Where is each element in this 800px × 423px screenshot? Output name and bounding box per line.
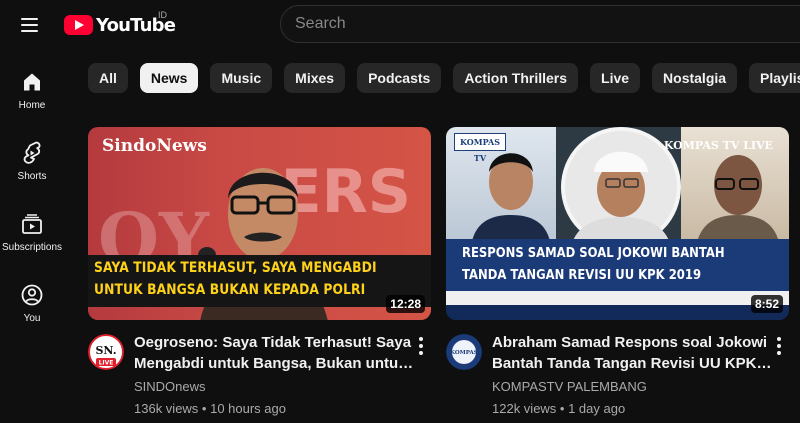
chip-playlists[interactable]: Playlists — [749, 63, 800, 93]
kompas-logo: KOMPAS TV — [454, 133, 506, 163]
video-title[interactable]: Oegroseno: Saya Tidak Terhasut! Saya Men… — [134, 332, 414, 374]
sidebar-item-label: Shorts — [17, 171, 47, 182]
channel-avatar[interactable]: SN. LIVE — [88, 334, 124, 370]
sidebar: Home Shorts Subscriptions You — [0, 56, 64, 340]
live-badge: LIVE — [99, 360, 114, 367]
thumbnail-caption-line: SAYA TIDAK TERHASUT, SAYA MENGABDI — [94, 260, 377, 276]
sidebar-item-home[interactable]: Home — [0, 56, 64, 127]
sidebar-item-you[interactable]: You — [0, 269, 64, 340]
chip-music[interactable]: Music — [210, 63, 273, 93]
sidebar-item-subscriptions[interactable]: Subscriptions — [0, 198, 64, 269]
upload-age: 1 day ago — [568, 401, 626, 416]
thumbnail-ticker — [446, 291, 789, 305]
thumbnail-caption: RESPONS SAMAD SOAL JOKOWI BANTAH TANDA T… — [446, 239, 789, 291]
youtube-play-icon — [64, 15, 93, 35]
upload-age: 10 hours ago — [210, 401, 286, 416]
sidebar-item-label: You — [23, 313, 41, 324]
video-meta: SN. LIVE Oegroseno: Saya Tidak Terhasut!… — [88, 332, 431, 422]
view-count: 122k views — [492, 401, 557, 416]
subscriptions-icon — [22, 214, 42, 234]
video-title[interactable]: Abraham Samad Respons soal Jokowi Bantah… — [492, 332, 772, 374]
top-bar: YouTube ID — [0, 0, 800, 50]
video-duration: 8:52 — [750, 295, 783, 313]
channel-avatar-text: SN. — [95, 344, 116, 357]
more-options-icon[interactable] — [411, 334, 431, 358]
search-input[interactable] — [295, 6, 775, 42]
video-stats: 136k views • 10 hours ago — [134, 401, 286, 416]
chip-news[interactable]: News — [139, 63, 199, 93]
sidebar-item-label: Subscriptions — [1, 242, 63, 253]
chip-nostalgia[interactable]: Nostalgia — [652, 63, 738, 93]
thumbnail-caption-line: RESPONS SAMAD SOAL JOKOWI BANTAH — [462, 245, 725, 261]
chip-live[interactable]: Live — [590, 63, 641, 93]
video-card: OY ERS SindoNews SAYA TIDAK TERHASUT, SA… — [88, 127, 431, 422]
chip-all[interactable]: All — [88, 63, 128, 93]
video-stats: 122k views • 1 day ago — [492, 401, 626, 416]
more-options-icon[interactable] — [769, 334, 789, 358]
thumbnail-caption: SAYA TIDAK TERHASUT, SAYA MENGABDI UNTUK… — [88, 255, 431, 307]
sidebar-item-label: Home — [18, 100, 46, 111]
channel-avatar-text: KOMPAS — [450, 350, 478, 356]
video-duration: 12:28 — [386, 295, 425, 313]
video-thumbnail[interactable]: KOMPAS TV KOMPAS TV LIVE RESPONS SAMAD S… — [446, 127, 789, 320]
shorts-icon — [23, 141, 41, 164]
chip-podcasts[interactable]: Podcasts — [357, 63, 442, 93]
view-count: 136k views — [134, 401, 199, 416]
thumbnail-caption-line: UNTUK BANGSA BUKAN KEPADA POLRI — [94, 282, 366, 298]
country-code: ID — [158, 10, 167, 20]
thumbnail-caption-line: TANDA TANGAN REVISI UU KPK 2019 — [462, 267, 702, 283]
menu-icon[interactable] — [16, 12, 44, 38]
video-card: KOMPAS TV KOMPAS TV LIVE RESPONS SAMAD S… — [446, 127, 789, 422]
video-thumbnail[interactable]: OY ERS SindoNews SAYA TIDAK TERHASUT, SA… — [88, 127, 431, 320]
channel-avatar[interactable]: KOMPAS — [446, 334, 482, 370]
chip-mixes[interactable]: Mixes — [284, 63, 346, 93]
sidebar-item-shorts[interactable]: Shorts — [0, 127, 64, 198]
kompas-live-logo: KOMPAS TV LIVE — [663, 139, 773, 152]
filter-chips: All News Music Mixes Podcasts Action Thr… — [88, 63, 800, 93]
channel-name[interactable]: KOMPASTV PALEMBANG — [492, 379, 647, 394]
thumbnail-brand: SindoNews — [102, 136, 207, 156]
you-icon — [21, 284, 43, 306]
search-box — [280, 5, 800, 43]
channel-name[interactable]: SINDOnews — [134, 379, 206, 394]
chip-action-thrillers[interactable]: Action Thrillers — [453, 63, 579, 93]
home-icon — [24, 73, 40, 91]
video-meta: KOMPAS Abraham Samad Respons soal Jokowi… — [446, 332, 789, 422]
